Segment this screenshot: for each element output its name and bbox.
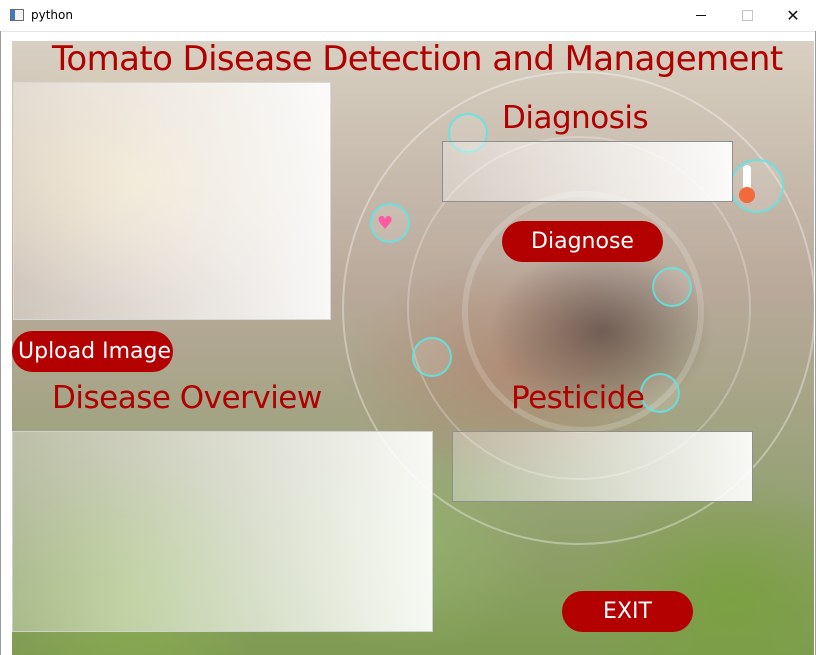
upload-image-button[interactable]: Upload Image bbox=[12, 331, 173, 372]
image-preview-panel bbox=[13, 82, 331, 320]
heart-icon: ♥ bbox=[377, 213, 394, 234]
disease-overview-field[interactable] bbox=[12, 431, 433, 632]
window-border-left bbox=[0, 31, 1, 655]
background-hud-node bbox=[652, 267, 692, 307]
background-hud-node bbox=[730, 159, 784, 213]
close-button[interactable]: ✕ bbox=[770, 0, 816, 31]
maximize-icon bbox=[741, 10, 753, 21]
app-title: Tomato Disease Detection and Management bbox=[52, 41, 783, 79]
diagnose-button[interactable]: Diagnose bbox=[502, 221, 663, 262]
background-hud-node bbox=[412, 337, 452, 377]
background-hud-node bbox=[640, 373, 680, 413]
exit-button[interactable]: EXIT bbox=[562, 591, 693, 632]
pesticide-output-field[interactable] bbox=[452, 431, 753, 502]
diagnosis-heading: Diagnosis bbox=[502, 100, 649, 136]
diagnosis-output-field[interactable] bbox=[442, 141, 733, 202]
pesticide-heading: Pesticide bbox=[511, 380, 645, 416]
app-window-icon bbox=[10, 9, 24, 21]
maximize-button[interactable] bbox=[724, 0, 770, 31]
window-titlebar: python ✕ bbox=[0, 0, 816, 32]
minimize-button[interactable] bbox=[678, 0, 724, 31]
thermometer-icon bbox=[739, 165, 755, 203]
window-title: python bbox=[31, 8, 73, 22]
disease-overview-heading: Disease Overview bbox=[52, 380, 322, 416]
minimize-icon bbox=[696, 15, 706, 16]
app-canvas: ♥ Tomato Disease Detection and Managemen… bbox=[12, 41, 814, 655]
